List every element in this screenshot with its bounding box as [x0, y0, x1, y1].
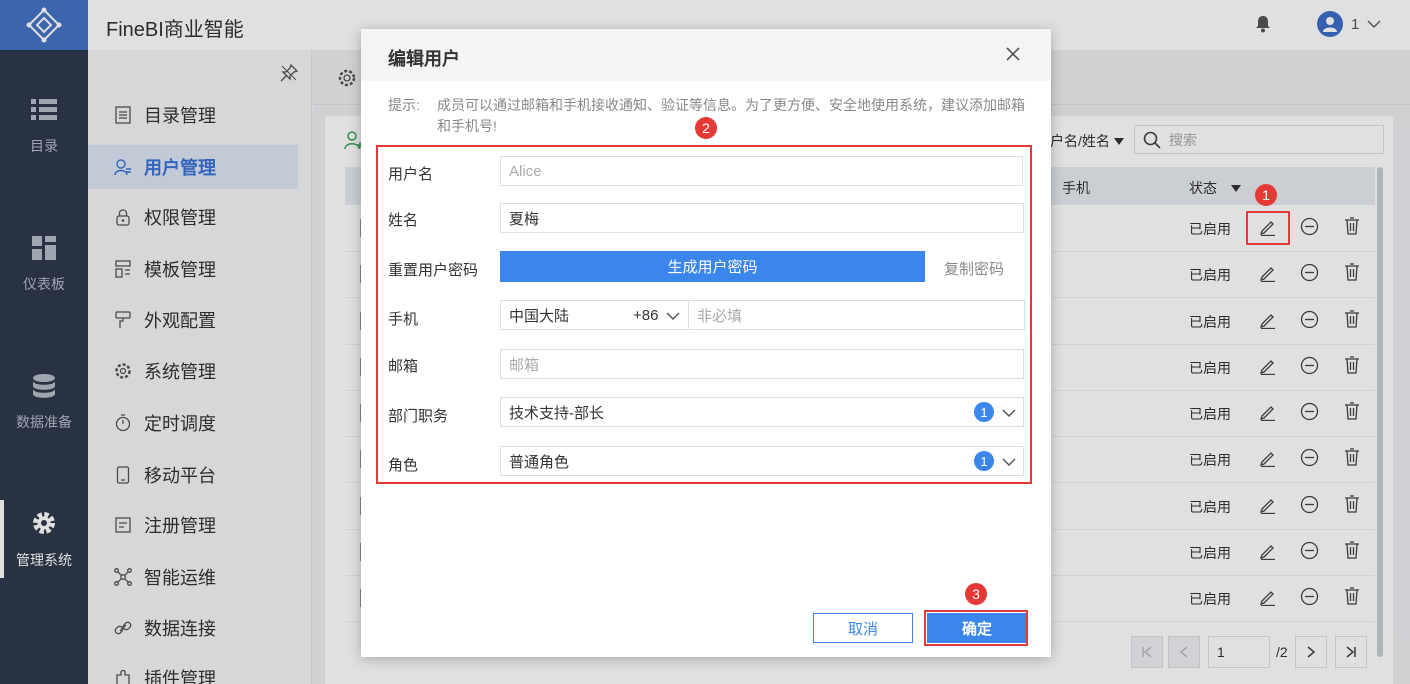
annotation-box-edit — [1246, 211, 1290, 245]
annotation-box-confirm — [924, 610, 1028, 646]
annotation-badge-1: 1 — [1255, 184, 1277, 206]
close-icon[interactable] — [1005, 46, 1021, 65]
annotation-badge-3: 3 — [965, 583, 987, 605]
cancel-button[interactable]: 取消 — [813, 613, 913, 643]
dialog-header — [361, 29, 1051, 81]
tip-label: 提示: — [388, 97, 420, 113]
dialog-title: 编辑用户 — [388, 49, 460, 69]
annotation-box-form — [376, 145, 1032, 484]
tip-text: 成员可以通过邮箱和手机接收通知、验证等信息。为了更方便、安全地使用系统，建议添加… — [437, 97, 1025, 134]
annotation-badge-2: 2 — [695, 117, 717, 139]
